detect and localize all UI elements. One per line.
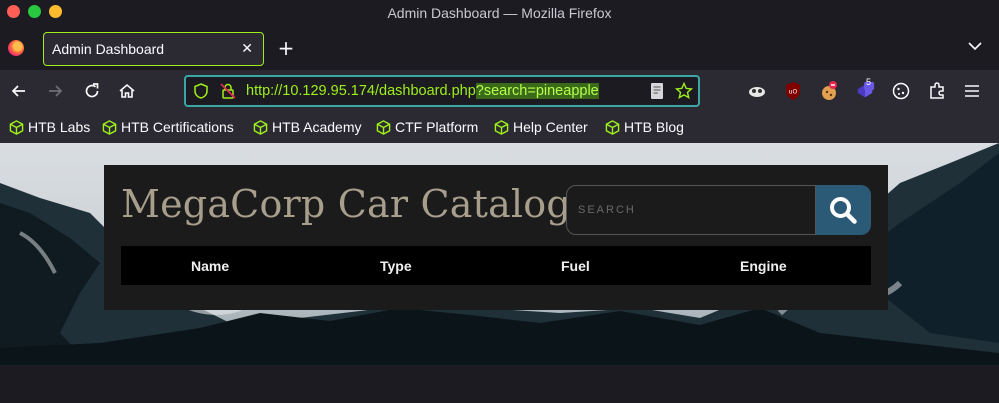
- bookmark-label: HTB Labs: [28, 119, 91, 135]
- forward-arrow-icon[interactable]: [45, 81, 65, 101]
- htb-cube-icon: [494, 120, 509, 135]
- tab-admin-dashboard[interactable]: Admin Dashboard ✕: [43, 32, 264, 66]
- bookmark-label: Help Center: [513, 119, 588, 135]
- tab-label: Admin Dashboard: [52, 41, 165, 57]
- catalogue-panel: MegaCorp Car Catalogue SEARCH Name Type …: [104, 165, 888, 310]
- extension-badge-count: 5: [866, 77, 872, 87]
- bookmark-label: HTB Blog: [624, 119, 684, 135]
- page-viewport: MegaCorp Car Catalogue SEARCH Name Type …: [0, 143, 999, 403]
- ublock-origin-icon[interactable]: uO: [783, 81, 803, 101]
- column-header-name[interactable]: Name: [191, 246, 229, 287]
- firefox-logo-icon[interactable]: [8, 40, 24, 56]
- bookmark-star-icon[interactable]: [675, 82, 693, 100]
- page-title: MegaCorp Car Catalogue: [121, 182, 619, 226]
- search-icon: [830, 197, 857, 224]
- htb-cube-icon: [102, 120, 117, 135]
- url-text[interactable]: http://10.129.95.174/dashboard.php?searc…: [246, 77, 599, 105]
- search-placeholder: SEARCH: [578, 204, 636, 216]
- bookmarks-toolbar: HTB Labs HTB Certifications HTB Academy …: [0, 112, 999, 143]
- reload-icon[interactable]: [82, 81, 102, 101]
- back-arrow-icon[interactable]: [9, 81, 29, 101]
- extensions-puzzle-icon[interactable]: [927, 81, 947, 101]
- bookmark-label: HTB Certifications: [121, 119, 234, 135]
- htb-cube-icon: [605, 120, 620, 135]
- svg-text:uO: uO: [789, 89, 798, 96]
- tab-close-icon[interactable]: ✕: [241, 33, 253, 65]
- hamburger-menu-icon[interactable]: [962, 81, 982, 101]
- extension-badge-icon[interactable]: [855, 81, 875, 101]
- extension-cloud-icon[interactable]: [747, 81, 767, 101]
- url-query-highlight: ?search=pineapple: [475, 83, 599, 99]
- bookmark-label: CTF Platform: [395, 119, 479, 135]
- tab-strip: Admin Dashboard ✕ +: [0, 26, 999, 70]
- chevron-down-icon[interactable]: [967, 38, 983, 54]
- htb-cube-icon: [376, 120, 391, 135]
- htb-cube-icon: [253, 120, 268, 135]
- new-tab-button[interactable]: +: [276, 35, 296, 63]
- home-icon[interactable]: [117, 81, 137, 101]
- cookie-icon[interactable]: [891, 81, 911, 101]
- search-button[interactable]: [816, 185, 871, 235]
- window-titlebar: Admin Dashboard — Mozilla Firefox: [0, 0, 999, 26]
- reader-view-icon[interactable]: [649, 82, 665, 100]
- insecure-lock-icon[interactable]: [219, 82, 237, 100]
- table-header-row: Name Type Fuel Engine: [121, 246, 871, 285]
- nav-bar: http://10.129.95.174/dashboard.php?searc…: [0, 70, 999, 112]
- column-header-engine[interactable]: Engine: [740, 246, 787, 287]
- window-title: Admin Dashboard — Mozilla Firefox: [387, 5, 612, 21]
- column-header-type[interactable]: Type: [380, 246, 412, 287]
- shield-icon[interactable]: [192, 82, 210, 100]
- url-base: http://10.129.95.174/dashboard.php: [246, 83, 476, 99]
- cookie-blocker-icon[interactable]: [819, 81, 839, 101]
- column-header-fuel[interactable]: Fuel: [561, 246, 590, 287]
- bookmark-label: HTB Academy: [272, 119, 362, 135]
- htb-cube-icon: [9, 120, 24, 135]
- search-input[interactable]: SEARCH: [566, 185, 816, 235]
- url-bar[interactable]: http://10.129.95.174/dashboard.php?searc…: [184, 75, 700, 107]
